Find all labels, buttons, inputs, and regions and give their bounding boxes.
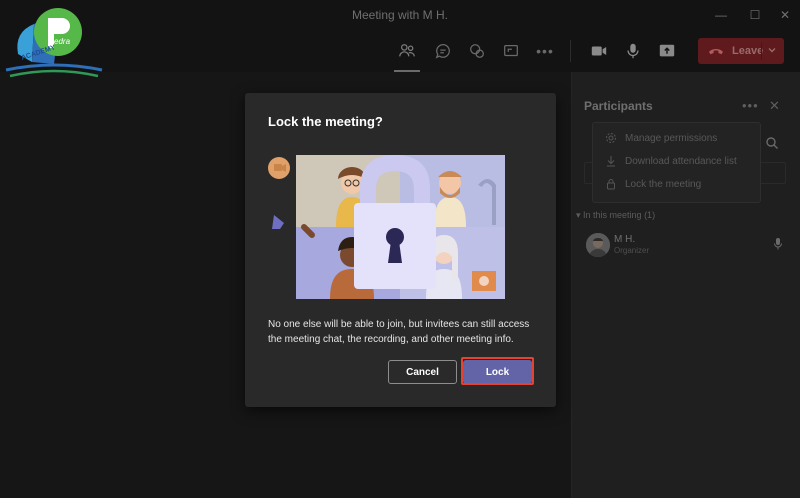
gear-icon [606,133,616,143]
in-meeting-section[interactable]: ▾ In this meeting (1) [576,210,655,221]
meeting-toolbar: ••• Leave [0,30,800,72]
leave-button[interactable]: Leave [698,38,784,64]
panel-close-icon[interactable]: ✕ [769,98,780,114]
lock-icon [607,179,615,190]
more-actions-icon[interactable]: ••• [534,40,556,62]
window-title: Meeting with M H. [351,8,449,22]
hang-up-icon [709,49,723,55]
cancel-button[interactable]: Cancel [388,360,457,384]
svg-text:edra: edra [54,37,71,46]
title-bar: Meeting with M H. — ☐ ✕ [0,0,800,30]
menu-label: Manage permissions [625,133,718,144]
participant-row[interactable]: M H. Organizer [584,232,790,260]
minimize-icon[interactable]: — [712,6,730,24]
share-content-icon[interactable] [656,40,678,62]
participant-mic-icon [774,238,782,250]
participant-name: M H. [614,234,636,245]
chevron-down-icon[interactable] [766,44,778,56]
share-screen-icon[interactable] [500,40,522,62]
panel-more-icon[interactable]: ••• [742,98,759,113]
edra-academy-logo: edra ACADEMY [5,8,103,78]
menu-item-manage-permissions[interactable]: Manage permissions [605,129,755,149]
dialog-message: No one else will be able to join, but in… [268,319,530,345]
download-icon [607,156,615,167]
search-icon[interactable] [765,136,779,150]
section-label: In this meeting (1) [583,210,656,220]
participants-icon[interactable] [396,40,418,62]
lock-button[interactable]: Lock [463,360,532,384]
panel-title: Participants [584,99,653,113]
close-window-icon[interactable]: ✕ [776,6,794,24]
reactions-icon[interactable] [466,40,488,62]
lock-meeting-dialog: Lock the meeting? No one else will be ab… [245,93,556,407]
lock-meeting-illustration [268,155,505,299]
participant-role: Organizer [614,246,650,255]
menu-item-lock-meeting[interactable]: Lock the meeting [605,175,755,195]
microphone-icon[interactable] [622,40,644,62]
meeting-window: Meeting with M H. — ☐ ✕ ••• Leave Partic… [0,0,800,498]
menu-label: Download attendance list [625,156,737,167]
participants-options-menu: Manage permissions Download attendance l… [592,122,761,203]
maximize-icon[interactable]: ☐ [746,6,764,24]
menu-item-download-attendance[interactable]: Download attendance list [605,152,755,172]
chat-icon[interactable] [432,40,454,62]
collapse-chevron-icon: ▾ [576,210,584,220]
leave-divider [761,42,762,60]
camera-icon[interactable] [588,40,610,62]
menu-label: Lock the meeting [625,179,702,190]
avatar [586,233,610,257]
toolbar-divider [570,40,571,62]
leave-label: Leave [732,45,764,57]
dialog-title: Lock the meeting? [268,114,383,129]
